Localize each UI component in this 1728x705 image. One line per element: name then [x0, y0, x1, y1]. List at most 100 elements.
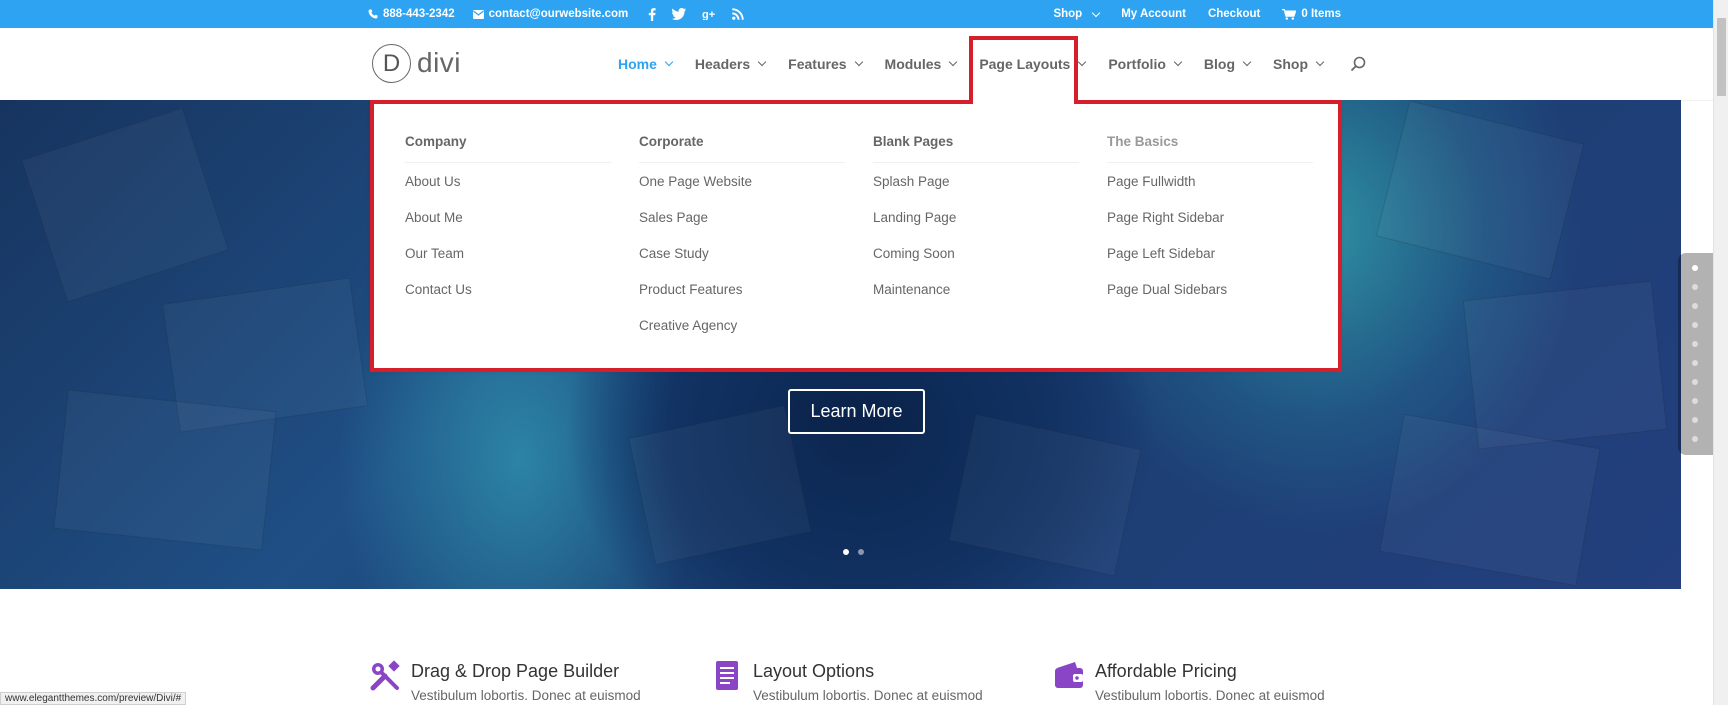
mega-link[interactable]: Landing Page	[873, 210, 956, 225]
divider	[405, 162, 611, 163]
feature-text: Layout Options Vestibulum lobortis. Done…	[753, 660, 983, 703]
nav-item-blog[interactable]: Blog	[1203, 56, 1252, 72]
mega-link[interactable]: Contact Us	[405, 282, 472, 297]
mega-link[interactable]: Product Features	[639, 282, 743, 297]
cart-icon	[1282, 8, 1297, 20]
nav-label: Page Layouts	[979, 56, 1071, 72]
facebook-icon[interactable]	[648, 7, 656, 21]
chevron-down-icon	[1173, 57, 1183, 67]
section-dot[interactable]	[1692, 436, 1698, 442]
nav-item-features[interactable]: Features	[788, 56, 863, 72]
section-dot-nav	[1678, 253, 1714, 455]
mega-link[interactable]: About Me	[405, 210, 463, 225]
feature-title: Affordable Pricing	[1095, 661, 1237, 681]
mega-column-heading[interactable]: Corporate	[639, 134, 704, 149]
nav-item-shop[interactable]: Shop	[1273, 56, 1325, 72]
wallet-icon	[1053, 660, 1085, 692]
phone-icon	[368, 9, 378, 19]
feature-title: Layout Options	[753, 661, 875, 681]
nav-item-modules[interactable]: Modules	[884, 56, 958, 72]
mega-link[interactable]: One Page Website	[639, 174, 752, 189]
divider	[639, 162, 845, 163]
mega-link[interactable]: Page Dual Sidebars	[1107, 282, 1227, 297]
mega-link[interactable]: Case Study	[639, 246, 709, 261]
feature-item: Affordable Pricing Vestibulum lobortis. …	[1053, 660, 1325, 703]
learn-more-button[interactable]: Learn More	[788, 389, 925, 434]
scrollbar-thumb[interactable]	[1717, 18, 1726, 96]
topbar-shop-link[interactable]: Shop	[1053, 8, 1101, 20]
features-section: Drag & Drop Page Builder Vestibulum lobo…	[0, 589, 1713, 705]
cart-link[interactable]: 0 Items	[1282, 8, 1341, 20]
section-dot[interactable]	[1692, 379, 1698, 385]
email-address: contact@ourwebsite.com	[488, 8, 629, 20]
nav-item-headers[interactable]: Headers	[695, 56, 767, 72]
email-link[interactable]: contact@ourwebsite.com	[472, 8, 629, 20]
google-plus-icon[interactable]: g+	[702, 8, 716, 20]
cart-count: 0 Items	[1301, 8, 1341, 20]
phone-number: 888-443-2342	[383, 8, 455, 20]
nav-label: Portfolio	[1108, 56, 1166, 72]
section-dot[interactable]	[1692, 417, 1698, 423]
nav-item-home[interactable]: Home	[618, 56, 674, 72]
mega-link[interactable]: Page Fullwidth	[1107, 174, 1196, 189]
phone-link[interactable]: 888-443-2342	[368, 8, 455, 20]
divider	[1107, 162, 1313, 163]
page-layouts-mega-menu: Company About Us About Me Our Team Conta…	[372, 102, 1339, 368]
topbar-shop-label: Shop	[1053, 8, 1083, 20]
mega-link[interactable]: Maintenance	[873, 282, 950, 297]
top-bar: 888-443-2342 contact@ourwebsite.com g+ S…	[0, 0, 1713, 28]
document-icon	[711, 660, 743, 692]
nav-item-page-layouts[interactable]: Page Layouts	[979, 56, 1087, 72]
slider-dot[interactable]	[858, 549, 864, 555]
logo[interactable]: D divi	[372, 44, 461, 83]
nav-item-portfolio[interactable]: Portfolio	[1108, 56, 1183, 72]
mega-link[interactable]: Our Team	[405, 246, 464, 261]
site-header: D divi Home Headers Features Modules Pag…	[0, 28, 1713, 100]
mega-column-heading[interactable]: The Basics	[1107, 134, 1178, 149]
section-dot[interactable]	[1692, 341, 1698, 347]
rss-icon[interactable]	[732, 8, 744, 20]
page: 888-443-2342 contact@ourwebsite.com g+ S…	[0, 0, 1728, 705]
checkout-link[interactable]: Checkout	[1208, 8, 1260, 20]
logo-mark: D	[372, 44, 411, 83]
section-dot[interactable]	[1692, 284, 1698, 290]
mega-link[interactable]: About Us	[405, 174, 461, 189]
mega-column-heading[interactable]: Company	[405, 134, 467, 149]
nav-label: Modules	[884, 56, 942, 72]
mega-link[interactable]: Coming Soon	[873, 246, 955, 261]
mega-column-heading[interactable]: Blank Pages	[873, 134, 953, 149]
section-dot[interactable]	[1692, 398, 1698, 404]
feature-title: Drag & Drop Page Builder	[411, 661, 620, 681]
mega-link[interactable]: Creative Agency	[639, 318, 737, 333]
page-scrollbar[interactable]	[1713, 0, 1728, 705]
mega-link[interactable]: Sales Page	[639, 210, 708, 225]
browser-status-url: www.elegantthemes.com/preview/Divi/#	[0, 692, 187, 705]
nav-label: Blog	[1203, 56, 1235, 72]
divider	[873, 162, 1079, 163]
section-dot[interactable]	[1692, 303, 1698, 309]
feature-desc: Vestibulum lobortis. Donec at euismod	[1095, 688, 1325, 703]
highlight-joint	[973, 98, 1074, 106]
envelope-icon	[472, 9, 484, 19]
nav-label: Features	[788, 56, 847, 72]
section-dot[interactable]	[1692, 360, 1698, 366]
section-dot[interactable]	[1692, 265, 1698, 271]
nav-label: Home	[618, 56, 657, 72]
feature-item: Drag & Drop Page Builder Vestibulum lobo…	[369, 660, 641, 703]
section-dot[interactable]	[1692, 322, 1698, 328]
feature-text: Drag & Drop Page Builder Vestibulum lobo…	[411, 660, 641, 703]
twitter-icon[interactable]	[672, 8, 687, 20]
slider-dot[interactable]	[843, 549, 849, 555]
mega-link[interactable]: Page Left Sidebar	[1107, 246, 1215, 261]
chevron-down-icon	[1242, 57, 1252, 67]
mega-link[interactable]: Splash Page	[873, 174, 950, 189]
feature-desc: Vestibulum lobortis. Donec at euismod	[753, 688, 983, 703]
slider-pagination	[843, 549, 864, 555]
wrench-screwdriver-icon	[369, 660, 401, 692]
mega-link[interactable]: Page Right Sidebar	[1107, 210, 1224, 225]
feature-text: Affordable Pricing Vestibulum lobortis. …	[1095, 660, 1325, 703]
my-account-link[interactable]: My Account	[1121, 8, 1186, 20]
search-icon[interactable]	[1350, 56, 1366, 72]
svg-text:g+: g+	[702, 9, 715, 20]
nav-label: Shop	[1273, 56, 1308, 72]
